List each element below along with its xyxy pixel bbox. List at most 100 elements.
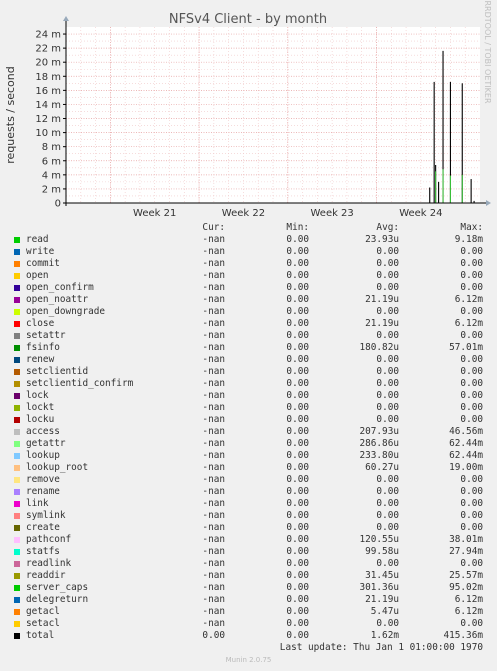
value-cur: -nan (202, 594, 225, 605)
munin-footer: Munin 2.0.75 (225, 656, 272, 664)
legend-swatch (14, 609, 20, 615)
legend-row-write: write -nan 0.00 0.00 0.00 (0, 246, 497, 258)
legend-swatch (14, 561, 20, 567)
value-cur: -nan (202, 510, 225, 521)
legend-series-name: total (26, 630, 55, 641)
value-max: 6.12m (454, 594, 483, 605)
value-max: 27.94m (449, 546, 483, 557)
value-cur: -nan (202, 606, 225, 617)
value-cur: -nan (202, 414, 225, 425)
value-avg: 21.19u (365, 318, 399, 329)
value-min: 0.00 (286, 414, 309, 425)
value-max: 0.00 (460, 486, 483, 497)
legend-row-lock: lock -nan 0.00 0.00 0.00 (0, 390, 497, 402)
value-cur: -nan (202, 534, 225, 545)
value-max: 0.00 (460, 510, 483, 521)
value-min: 0.00 (286, 426, 309, 437)
value-cur: -nan (202, 294, 225, 305)
value-avg: 99.58u (365, 546, 399, 557)
value-cur: -nan (202, 234, 225, 245)
value-cur: -nan (202, 558, 225, 569)
value-min: 0.00 (286, 594, 309, 605)
legend-swatch (14, 513, 20, 519)
chart-area: 0 2 m 4 m 6 m 8 m 10 m 12 m 14 m 16 m 18 m 20 m 22 … (0, 0, 497, 222)
legend-swatch (14, 309, 20, 315)
legend-row-open-downgrade: open_downgrade -nan 0.00 0.00 0.00 (0, 306, 497, 318)
legend-series-name: lookup (26, 450, 60, 461)
legend-swatch (14, 501, 20, 507)
value-max: 0.00 (460, 306, 483, 317)
value-avg: 301.36u (359, 582, 399, 593)
value-min: 0.00 (286, 270, 309, 281)
rrdtool-watermark: RRDTOOL / TOBI OETIKER (483, 0, 492, 103)
legend-swatch (14, 597, 20, 603)
value-max: 0.00 (460, 282, 483, 293)
legend-swatch (14, 333, 20, 339)
legend-row-delegreturn: delegreturn -nan 0.00 21.19u 6.12m (0, 594, 497, 606)
legend-row-link: link -nan 0.00 0.00 0.00 (0, 498, 497, 510)
legend-series-name: lock (26, 390, 49, 401)
legend-swatch (14, 453, 20, 459)
legend-series-name: setclientid_confirm (26, 378, 134, 389)
value-max: 6.12m (454, 318, 483, 329)
value-cur: -nan (202, 282, 225, 293)
value-cur: -nan (202, 402, 225, 413)
value-max: 0.00 (460, 414, 483, 425)
value-cur: -nan (202, 618, 225, 629)
value-max: 6.12m (454, 606, 483, 617)
value-min: 0.00 (286, 630, 309, 641)
y-tick-label: 14 m (35, 100, 61, 111)
legend-series-name: access (26, 426, 60, 437)
legend-row-setacl: setacl -nan 0.00 0.00 0.00 (0, 618, 497, 630)
value-cur: -nan (202, 330, 225, 341)
legend-swatch (14, 585, 20, 591)
legend-swatch (14, 285, 20, 291)
legend-swatch (14, 417, 20, 423)
legend-series-name: getacl (26, 606, 60, 617)
y-tick-label: 20 m (35, 58, 61, 69)
y-tick-label: 16 m (35, 86, 61, 97)
value-cur: -nan (202, 450, 225, 461)
y-tick-label: 24 m (35, 30, 61, 41)
value-cur: -nan (202, 318, 225, 329)
value-min: 0.00 (286, 318, 309, 329)
value-avg: 0.00 (376, 306, 399, 317)
legend-row-lookup-root: lookup_root -nan 0.00 60.27u 19.00m (0, 462, 497, 474)
value-min: 0.00 (286, 450, 309, 461)
value-avg: 0.00 (376, 474, 399, 485)
legend-series-name: server_caps (26, 582, 89, 593)
header-min: Min: (286, 222, 309, 233)
legend-swatch (14, 573, 20, 579)
value-max: 0.00 (460, 474, 483, 485)
value-max: 62.44m (449, 450, 483, 461)
legend-row-open-noattr: open_noattr -nan 0.00 21.19u 6.12m (0, 294, 497, 306)
value-min: 0.00 (286, 534, 309, 545)
value-min: 0.00 (286, 546, 309, 557)
y-tick-label: 10 m (35, 128, 61, 139)
value-avg: 0.00 (376, 486, 399, 497)
value-max: 0.00 (460, 330, 483, 341)
legend-row-setclientid: setclientid -nan 0.00 0.00 0.00 (0, 366, 497, 378)
legend-row-open-confirm: open_confirm -nan 0.00 0.00 0.00 (0, 282, 497, 294)
y-tick-label: 8 m (42, 142, 61, 153)
legend-row-lookup: lookup -nan 0.00 233.80u 62.44m (0, 450, 497, 462)
value-avg: 60.27u (365, 462, 399, 473)
value-avg: 120.55u (359, 534, 399, 545)
value-cur: -nan (202, 390, 225, 401)
value-min: 0.00 (286, 438, 309, 449)
legend-row-symlink: symlink -nan 0.00 0.00 0.00 (0, 510, 497, 522)
value-avg: 5.47u (370, 606, 399, 617)
value-max: 0.00 (460, 378, 483, 389)
value-max: 0.00 (460, 270, 483, 281)
legend-swatch (14, 633, 20, 639)
legend-series-name: lockt (26, 402, 55, 413)
value-min: 0.00 (286, 342, 309, 353)
value-cur: -nan (202, 462, 225, 473)
value-cur: -nan (202, 378, 225, 389)
legend-row-open: open -nan 0.00 0.00 0.00 (0, 270, 497, 282)
legend-row-access: access -nan 0.00 207.93u 46.56m (0, 426, 497, 438)
legend-swatch (14, 621, 20, 627)
legend-swatch (14, 429, 20, 435)
legend-series-name: setacl (26, 618, 60, 629)
legend-series-name: readdir (26, 570, 66, 581)
